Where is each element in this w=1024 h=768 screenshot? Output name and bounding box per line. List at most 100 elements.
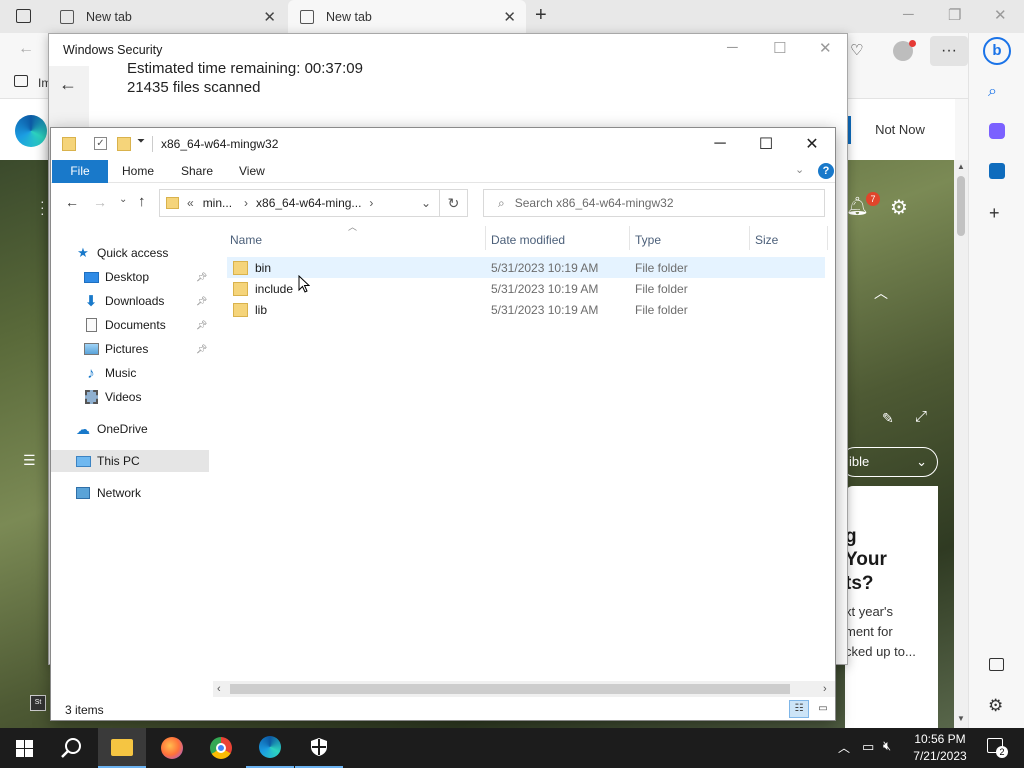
nav-item-quick-access[interactable]: ★ Quick access bbox=[51, 242, 209, 264]
search-icon[interactable]: ⌕ bbox=[988, 83, 997, 101]
show-hidden-icons-chevron[interactable]: ︿ bbox=[838, 739, 850, 756]
scroll-left-icon[interactable]: ‹ bbox=[217, 683, 221, 695]
breadcrumb-item[interactable]: min... bbox=[203, 196, 232, 210]
nav-item-desktop[interactable]: Desktop 📌︎ bbox=[51, 266, 209, 288]
browser-menu-button[interactable]: ··· bbox=[930, 36, 968, 66]
explorer-maximize-button[interactable]: ☐ bbox=[743, 132, 789, 156]
tab-actions-icon[interactable] bbox=[16, 9, 31, 23]
security-back-icon[interactable]: ← bbox=[59, 74, 77, 95]
new-folder-icon[interactable] bbox=[117, 137, 131, 151]
breadcrumb-separator-icon[interactable]: › bbox=[369, 196, 373, 210]
forward-arrow-icon[interactable]: → bbox=[93, 194, 107, 210]
scroll-right-icon[interactable]: › bbox=[823, 683, 827, 695]
ribbon-tab-share[interactable]: Share bbox=[181, 160, 213, 183]
large-icons-view-icon[interactable]: ▭ bbox=[813, 700, 833, 718]
add-sidebar-app-icon[interactable]: + bbox=[989, 203, 1000, 224]
scroll-up-icon[interactable]: ▲ bbox=[957, 162, 965, 171]
taskbar-firefox[interactable] bbox=[148, 728, 196, 768]
nav-item-this-pc[interactable]: This PC bbox=[51, 450, 209, 472]
office-icon[interactable] bbox=[989, 123, 1005, 139]
browser-restore-button[interactable]: ❐ bbox=[948, 6, 961, 24]
volume-muted-icon[interactable]: 🔇︎ bbox=[883, 738, 891, 754]
content-visibility-dropdown[interactable]: ible ⌄ bbox=[840, 447, 938, 477]
close-tab-icon[interactable]: ✕ bbox=[503, 8, 516, 26]
table-row[interactable]: bin 5/31/2023 10:19 AM File folder bbox=[227, 257, 825, 278]
close-tab-icon[interactable]: ✕ bbox=[263, 8, 276, 26]
table-row[interactable]: lib 5/31/2023 10:19 AM File folder bbox=[227, 299, 825, 320]
network-status-icon[interactable]: ▭ bbox=[862, 739, 874, 755]
taskbar-clock[interactable]: 10:56 PM 7/21/2023 bbox=[900, 731, 980, 765]
taskbar-file-explorer[interactable] bbox=[98, 728, 146, 768]
browser-back-icon[interactable]: ← bbox=[18, 40, 34, 58]
outlook-icon[interactable] bbox=[989, 163, 1005, 179]
back-arrow-icon[interactable]: ← bbox=[65, 194, 79, 210]
breadcrumb-separator-icon[interactable]: › bbox=[244, 196, 248, 210]
browser-minimize-button[interactable]: ─ bbox=[903, 6, 914, 23]
refresh-icon[interactable]: ↻ bbox=[440, 189, 468, 217]
nav-item-network[interactable]: Network bbox=[51, 482, 209, 504]
details-view-icon[interactable]: ☷ bbox=[789, 700, 809, 718]
image-info-icon[interactable]: ✎ bbox=[882, 410, 894, 427]
nav-item-videos[interactable]: Videos bbox=[51, 386, 209, 408]
recent-locations-icon[interactable]: ⌄ bbox=[119, 194, 127, 205]
browser-health-icon[interactable]: ♡ bbox=[850, 41, 863, 59]
overflow-chevron-icon[interactable]: « bbox=[187, 196, 194, 210]
search-box[interactable]: ⌕ Search x86_64-w64-mingw32 bbox=[483, 189, 825, 217]
expand-icon[interactable]: ⤢ bbox=[915, 408, 927, 425]
column-separator[interactable] bbox=[749, 226, 750, 250]
expand-ribbon-icon[interactable]: ⌄ bbox=[795, 163, 804, 176]
column-header-date[interactable]: Date modified bbox=[491, 233, 565, 247]
sidebar-settings-icon[interactable]: ⚙ bbox=[988, 696, 1003, 716]
security-minimize-button[interactable]: ─ bbox=[727, 39, 738, 56]
sidebar-toggle-icon[interactable] bbox=[989, 658, 1004, 671]
nav-item-downloads[interactable]: ⬇ Downloads 📌︎ bbox=[51, 290, 209, 312]
bing-chat-icon[interactable]: b bbox=[983, 37, 1011, 65]
column-header-size[interactable]: Size bbox=[755, 233, 778, 247]
address-dropdown-icon[interactable]: ⌄ bbox=[421, 196, 431, 210]
start-button[interactable] bbox=[0, 728, 48, 768]
browser-close-button[interactable]: ✕ bbox=[994, 6, 1007, 24]
nav-item-onedrive[interactable]: ☁ OneDrive bbox=[51, 418, 209, 440]
not-now-button[interactable]: Not Now bbox=[860, 116, 940, 144]
ribbon-tab-file[interactable]: File bbox=[52, 160, 108, 183]
page-settings-icon[interactable]: ⚙ bbox=[890, 195, 908, 220]
news-card[interactable]: g Your ts? xt year's ment for cked up to… bbox=[845, 486, 938, 728]
help-icon[interactable]: ? bbox=[818, 163, 834, 179]
up-arrow-icon[interactable]: ↑ bbox=[138, 193, 146, 210]
browser-tab-1[interactable]: New tab ✕ bbox=[48, 0, 286, 33]
apps-dots-icon[interactable]: · · · bbox=[40, 194, 45, 220]
explorer-minimize-button[interactable]: ─ bbox=[697, 132, 743, 156]
menu-hamburger-icon[interactable]: ☰ bbox=[23, 452, 36, 469]
app-tile-icon[interactable]: St bbox=[30, 695, 46, 711]
address-bar[interactable]: « min... › x86_64-w64-ming... › ⌄ bbox=[159, 189, 440, 217]
scrollbar-thumb[interactable] bbox=[957, 176, 965, 236]
column-separator[interactable] bbox=[827, 226, 828, 250]
taskbar-chrome[interactable] bbox=[197, 728, 245, 768]
collapse-chevron-icon[interactable]: ︿ bbox=[874, 283, 888, 303]
nav-item-music[interactable]: ♪ Music bbox=[51, 362, 209, 384]
taskbar-search-button[interactable] bbox=[48, 728, 96, 768]
column-separator[interactable] bbox=[485, 226, 486, 250]
import-favorites-icon[interactable] bbox=[14, 75, 28, 87]
taskbar-windows-security[interactable] bbox=[295, 728, 343, 768]
ribbon-tab-view[interactable]: View bbox=[239, 160, 265, 183]
column-separator[interactable] bbox=[629, 226, 630, 250]
nav-item-documents[interactable]: Documents 📌︎ bbox=[51, 314, 209, 336]
scroll-down-icon[interactable]: ▼ bbox=[957, 714, 965, 723]
column-header-name[interactable]: Name bbox=[230, 233, 262, 247]
scrollbar-thumb[interactable] bbox=[230, 684, 790, 694]
security-maximize-button[interactable]: ☐ bbox=[773, 39, 786, 57]
taskbar-edge[interactable] bbox=[246, 728, 294, 768]
properties-checkbox-icon[interactable]: ✓ bbox=[94, 137, 107, 150]
security-close-button[interactable]: ✕ bbox=[819, 39, 832, 57]
quick-access-toolbar-dropdown-icon[interactable]: ⏷ bbox=[137, 136, 145, 147]
explorer-close-button[interactable]: ✕ bbox=[789, 132, 835, 156]
new-tab-button[interactable]: + bbox=[535, 4, 547, 27]
nav-item-pictures[interactable]: Pictures 📌︎ bbox=[51, 338, 209, 360]
column-header-type[interactable]: Type bbox=[635, 233, 661, 247]
breadcrumb-item[interactable]: x86_64-w64-ming... bbox=[256, 196, 361, 210]
table-row[interactable]: include 5/31/2023 10:19 AM File folder bbox=[227, 278, 825, 299]
ribbon-tab-home[interactable]: Home bbox=[122, 160, 154, 183]
browser-tab-2[interactable]: New tab ✕ bbox=[288, 0, 526, 33]
horizontal-scrollbar[interactable]: ‹ › bbox=[213, 681, 835, 697]
